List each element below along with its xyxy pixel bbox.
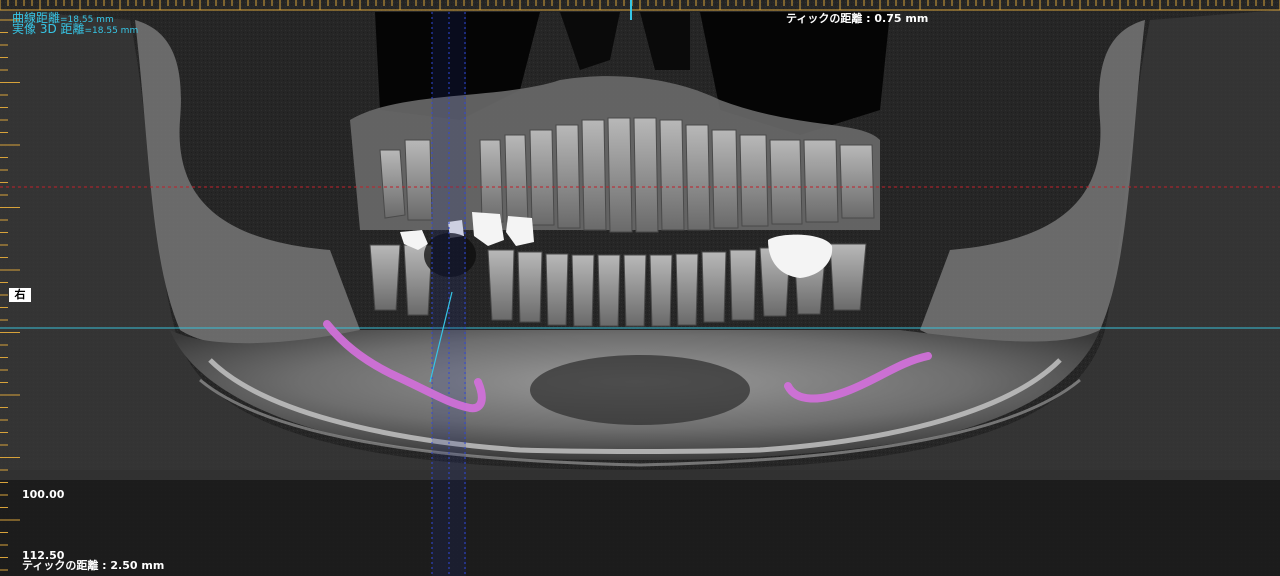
- ruler-label-112: 112.50: [22, 549, 65, 562]
- real-3d-distance-value: =18.55 mm: [84, 26, 139, 36]
- dental-panoramic-image[interactable]: [0, 0, 1280, 576]
- right-side-marker: 右: [9, 288, 31, 302]
- ruler-label-100: 100.00: [22, 488, 65, 501]
- real-3d-distance-label: 実像 3D 距離: [12, 22, 85, 36]
- real-3d-distance-readout: 実像 3D 距離=18.55 mm: [12, 23, 138, 37]
- tick-distance-top: ティックの距離 : 0.75 mm: [786, 12, 929, 25]
- panorama-viewer[interactable]: 曲線距離=18.55 mm 実像 3D 距離=18.55 mm ティックの距離 …: [0, 0, 1280, 576]
